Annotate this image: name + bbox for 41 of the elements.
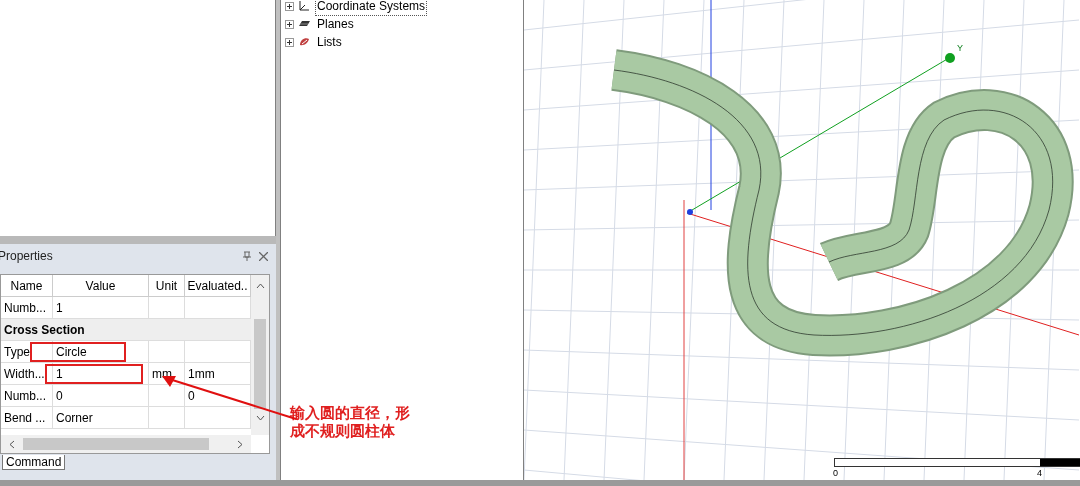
expand-icon[interactable] [285, 19, 294, 29]
close-icon[interactable] [259, 251, 268, 261]
expand-icon[interactable] [285, 1, 294, 11]
table-cell-text: 1mm [188, 365, 215, 383]
axis-end-marker [945, 53, 955, 63]
table-cell-text: Numb... [4, 299, 46, 317]
table-cell[interactable]: 1 [56, 364, 63, 383]
table-cell-text: Width... [4, 365, 45, 383]
scale-label: 0 [833, 467, 838, 480]
scroll-left-icon[interactable] [9, 439, 15, 449]
column-header[interactable]: Evaluated.. [185, 275, 251, 296]
table-cell[interactable]: 1 [56, 298, 63, 317]
vertical-scrollbar[interactable] [251, 275, 269, 435]
scrollbar-thumb[interactable] [23, 438, 209, 450]
table-cell[interactable]: Circle [56, 342, 87, 361]
scroll-up-icon[interactable] [255, 283, 265, 289]
table-cell-text: Numb... [4, 387, 46, 405]
pin-icon[interactable] [243, 251, 251, 261]
expand-icon[interactable] [285, 37, 294, 47]
scroll-right-icon[interactable] [237, 439, 243, 449]
table-cell-text: Bend ... [4, 409, 46, 427]
scrollbar-thumb[interactable] [254, 319, 266, 409]
axis-label: Y [957, 42, 963, 55]
table-row[interactable]: Numb... 0 0 [1, 385, 251, 407]
table-cell-text: Type [4, 343, 30, 361]
scale-label: 4 [1037, 467, 1042, 480]
axes-icon [298, 0, 311, 12]
panel-tab[interactable]: Command [2, 455, 66, 470]
table-cell[interactable]: Corner [56, 408, 93, 427]
origin-icon [687, 209, 693, 215]
annotation-text: 输入圆的直径，形成不规则圆柱体 [290, 404, 411, 440]
table-row[interactable]: Bend ... Corner [1, 407, 251, 429]
tree-item[interactable]: Lists [315, 32, 344, 52]
horizontal-scrollbar[interactable] [1, 435, 251, 453]
tree-item[interactable]: Planes [315, 14, 356, 34]
table-cell-text: 0 [188, 387, 195, 405]
tree-item[interactable]: Coordinate Systems [315, 0, 428, 16]
group-header: Cross Section [4, 321, 85, 339]
list-icon [298, 36, 311, 48]
table-cell[interactable]: 0 [56, 386, 63, 405]
scroll-down-icon[interactable] [255, 415, 265, 421]
